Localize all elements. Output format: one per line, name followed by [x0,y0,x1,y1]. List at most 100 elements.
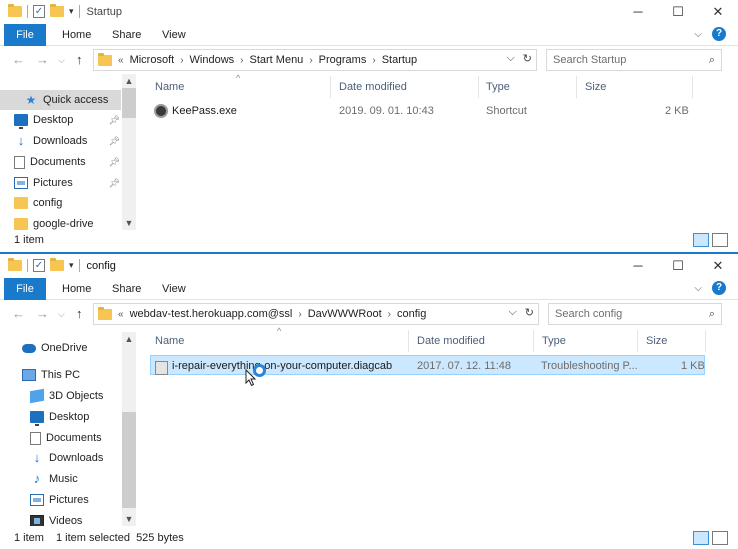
nav-item-quick-access[interactable]: ★ Quick access [0,90,121,110]
column-header-size[interactable]: Size [646,330,667,352]
tab-share[interactable]: Share [112,278,141,300]
search-icon[interactable]: ⌕ [709,304,715,324]
expand-ribbon-icon[interactable]: ⌵ [694,283,702,294]
title-bar[interactable]: ✓ ▾ Startup ─ ☐ ✕ [0,0,738,24]
nav-item-this-pc[interactable]: This PC [22,365,120,385]
nav-item-downloads[interactable]: ↓ Downloads [30,448,120,468]
up-arrow-icon[interactable]: ↑ [76,52,83,67]
new-folder-icon[interactable] [50,4,64,17]
help-icon[interactable]: ? [712,281,726,295]
pin-icon[interactable]: 📌︎ [109,173,120,193]
chevron-right-icon[interactable]: › [240,55,243,66]
refresh-icon[interactable]: ↻ [523,52,532,65]
tab-view[interactable]: View [162,278,186,300]
recent-locations-icon[interactable]: ⌵ [58,55,65,66]
nav-item-videos[interactable]: Videos [30,511,120,526]
close-button[interactable]: ✕ [698,254,738,278]
column-divider[interactable] [408,330,409,352]
nav-item-config[interactable]: config [14,193,120,213]
nav-item-desktop[interactable]: Desktop 📌︎ [14,110,120,130]
quick-access-dropdown-icon[interactable]: ▾ [69,6,74,17]
search-input[interactable]: Search config ⌕ [548,303,722,325]
large-icons-view-button[interactable] [712,233,728,247]
column-divider[interactable] [478,76,479,98]
refresh-icon[interactable]: ↻ [525,306,534,319]
column-divider[interactable] [330,76,331,98]
column-header-size[interactable]: Size [585,76,606,98]
column-header-date[interactable]: Date modified [339,76,407,98]
pin-icon[interactable]: 📌︎ [109,131,120,151]
tab-share[interactable]: Share [112,24,141,46]
chevron-right-icon[interactable]: › [372,55,375,66]
tab-home[interactable]: Home [62,278,91,300]
tab-file[interactable]: File [4,278,46,300]
nav-item-pictures[interactable]: Pictures 📌︎ [14,173,120,193]
breadcrumb-overflow[interactable]: « [118,55,124,66]
quick-access-dropdown-icon[interactable]: ▾ [69,260,74,271]
scrollbar-thumb[interactable] [122,412,136,508]
chevron-right-icon[interactable]: › [309,55,312,66]
maximize-button[interactable]: ☐ [658,0,698,24]
address-bar[interactable]: « webdav-test.herokuapp.com@ssl › DavWWW… [93,303,539,325]
nav-item-documents[interactable]: Documents 📌︎ [14,152,120,172]
forward-arrow-icon[interactable]: → [36,52,49,67]
breadcrumb-item[interactable]: Programs [319,54,367,66]
breadcrumb-item[interactable]: Windows [190,54,235,66]
maximize-button[interactable]: ☐ [658,254,698,278]
column-header-type[interactable]: Type [542,330,566,352]
breadcrumb-item[interactable]: config [397,308,426,320]
tab-view[interactable]: View [162,24,186,46]
nav-item-desktop[interactable]: Desktop [30,407,120,427]
properties-icon[interactable]: ✓ [33,5,45,18]
column-header-date[interactable]: Date modified [417,330,485,352]
search-icon[interactable]: ⌕ [709,50,715,70]
minimize-button[interactable]: ─ [618,254,658,278]
nav-pane-scrollbar[interactable]: ▲ ▼ [122,332,136,526]
nav-item-onedrive[interactable]: OneDrive [22,338,120,358]
breadcrumb-item[interactable]: Microsoft [130,54,175,66]
pin-icon[interactable]: 📌︎ [109,110,120,130]
file-row-selected[interactable]: i-repair-everything-on-your-computer.dia… [150,355,705,376]
scroll-down-icon[interactable]: ▼ [122,216,136,230]
column-header-name[interactable]: Name [155,76,184,98]
minimize-button[interactable]: ─ [618,0,658,24]
breadcrumb-overflow[interactable]: « [118,309,124,320]
nav-pane-scrollbar[interactable]: ▲ ▼ [122,74,136,230]
column-divider[interactable] [692,76,693,98]
properties-icon[interactable]: ✓ [33,259,45,272]
forward-arrow-icon[interactable]: → [36,306,49,321]
new-folder-icon[interactable] [50,258,64,271]
scroll-up-icon[interactable]: ▲ [122,332,136,346]
back-arrow-icon[interactable]: ← [12,52,25,67]
address-dropdown-icon[interactable]: ⌵ [508,306,516,319]
chevron-right-icon[interactable]: › [388,309,391,320]
nav-item-downloads[interactable]: ↓ Downloads 📌︎ [14,131,120,151]
help-icon[interactable]: ? [712,27,726,41]
breadcrumb-item[interactable]: webdav-test.herokuapp.com@ssl [130,308,293,320]
address-dropdown-icon[interactable]: ⌵ [506,52,514,65]
details-view-button[interactable] [693,233,709,247]
up-arrow-icon[interactable]: ↑ [76,306,83,321]
scrollbar-thumb[interactable] [122,88,136,118]
column-header-type[interactable]: Type [486,76,510,98]
column-divider[interactable] [533,330,534,352]
large-icons-view-button[interactable] [712,531,728,545]
search-input[interactable]: Search Startup ⌕ [546,49,722,71]
nav-item-pictures[interactable]: Pictures [30,490,120,510]
scroll-up-icon[interactable]: ▲ [122,74,136,88]
chevron-right-icon[interactable]: › [298,309,301,320]
tab-file[interactable]: File [4,24,46,46]
breadcrumb-item[interactable]: Start Menu [250,54,304,66]
file-row[interactable]: KeePass.exe 2019. 09. 01. 10:43 Shortcut… [150,101,695,121]
column-divider[interactable] [576,76,577,98]
address-bar[interactable]: « Microsoft › Windows › Start Menu › Pro… [93,49,537,71]
recent-locations-icon[interactable]: ⌵ [58,309,65,320]
column-divider[interactable] [705,330,706,352]
nav-item-3d-objects[interactable]: 3D Objects [30,386,120,406]
scroll-down-icon[interactable]: ▼ [122,512,136,526]
expand-ribbon-icon[interactable]: ⌵ [694,29,702,40]
pin-icon[interactable]: 📌︎ [109,152,120,172]
breadcrumb-item[interactable]: DavWWWRoot [308,308,382,320]
nav-item-documents[interactable]: Documents [30,428,120,448]
details-view-button[interactable] [693,531,709,545]
